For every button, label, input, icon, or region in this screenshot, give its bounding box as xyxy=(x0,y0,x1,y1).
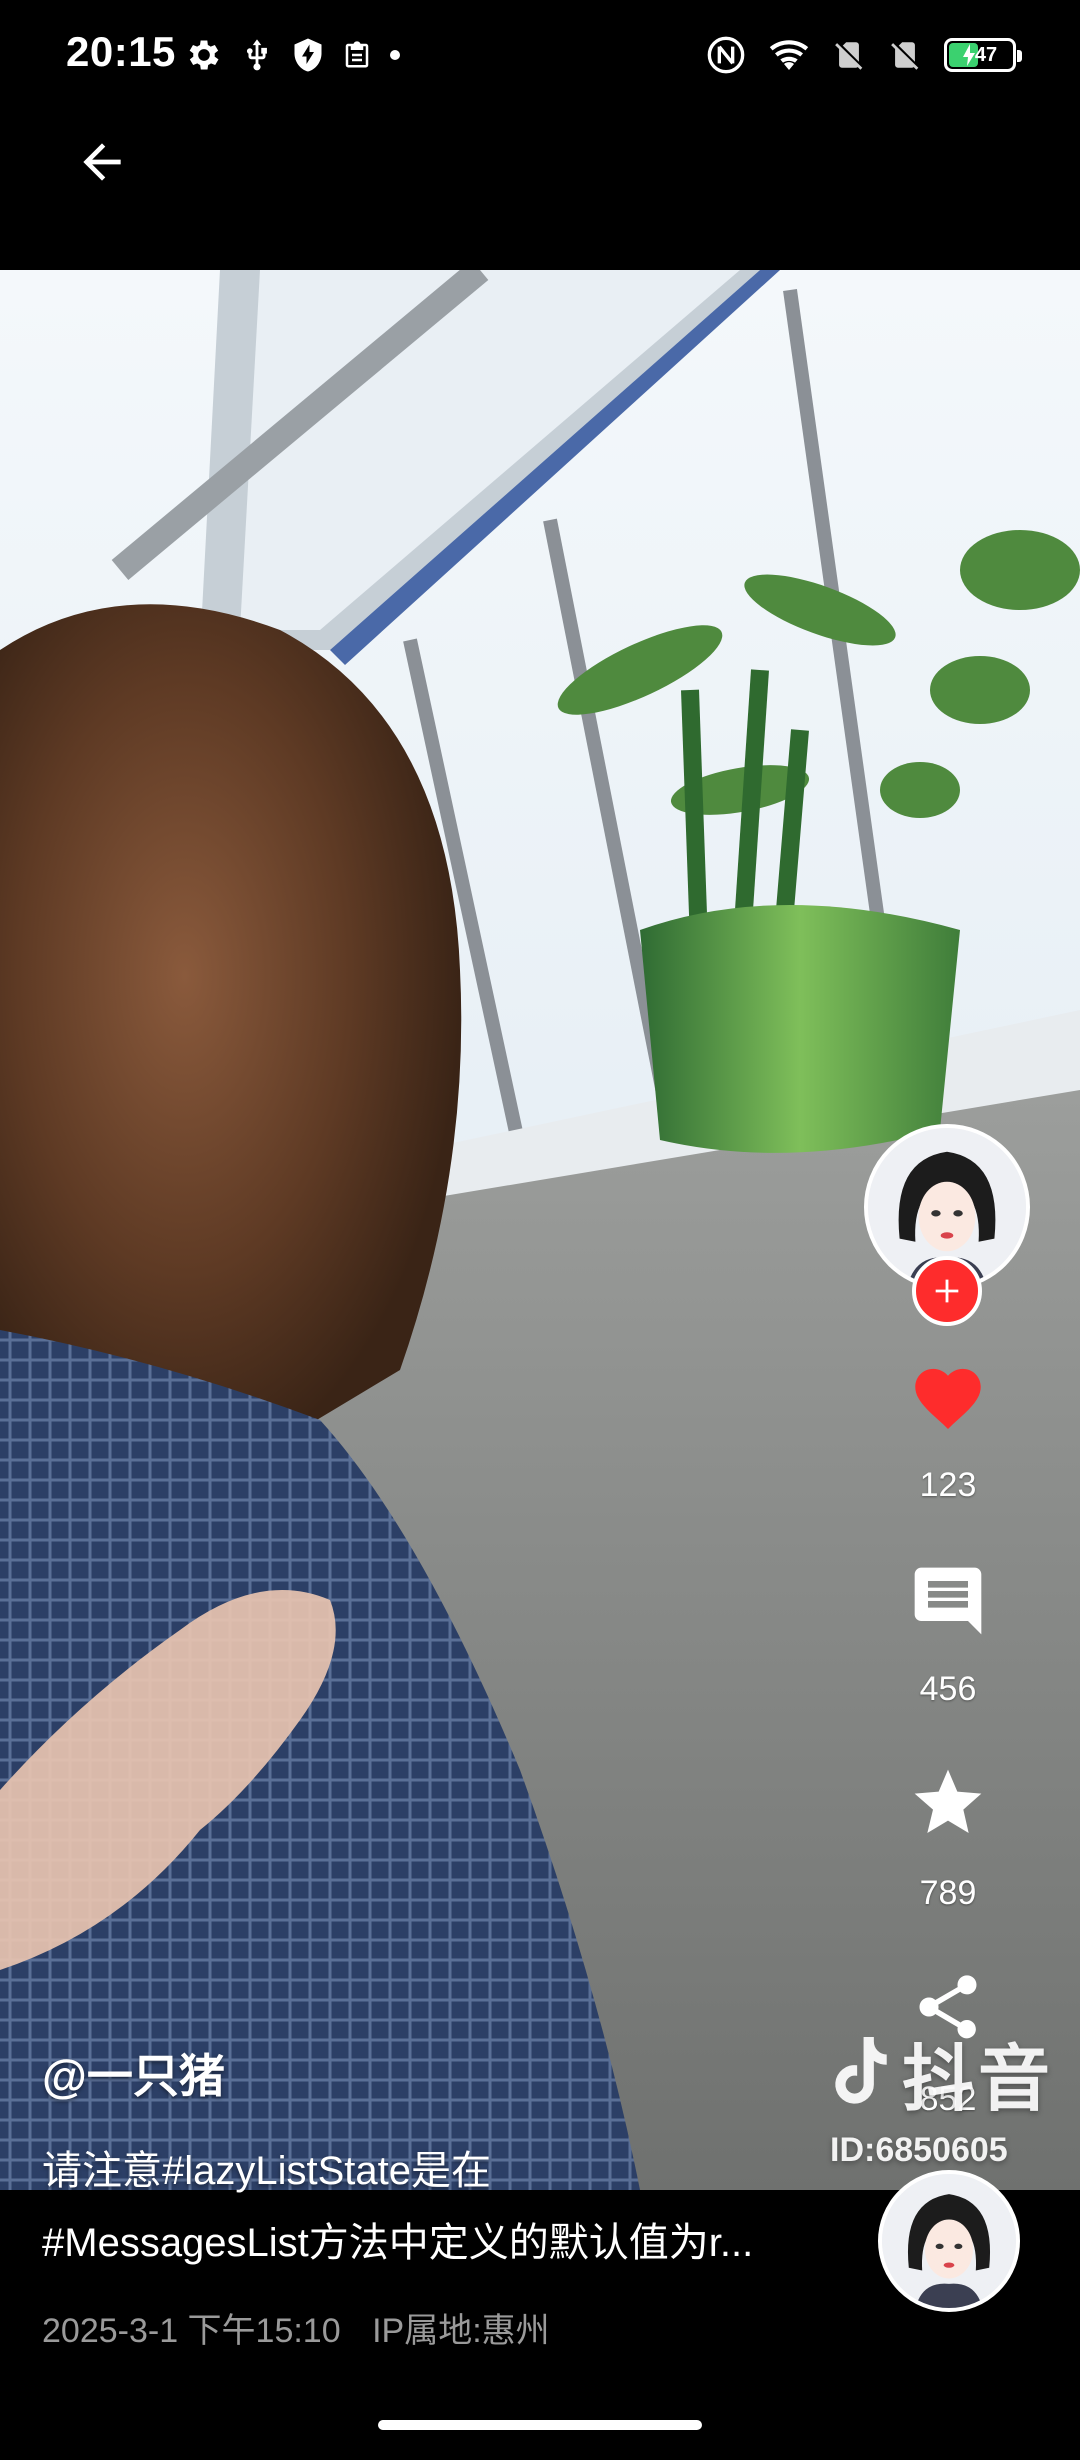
battery-level-text: 47 xyxy=(974,43,998,66)
plus-icon xyxy=(935,1279,959,1303)
gear-icon xyxy=(189,40,219,70)
shield-icon xyxy=(294,38,322,72)
ip-location: IP属地:惠州 xyxy=(372,2312,550,2350)
watermark-logo: 抖音 xyxy=(830,2020,1060,2125)
author-avatar-container xyxy=(864,1124,1030,1326)
author-name[interactable]: @一只猪 xyxy=(42,2040,225,2106)
tiktok-watermark: 抖音 ID:6850605 xyxy=(830,2020,1060,2170)
wifi-icon xyxy=(769,40,809,70)
battery-cap xyxy=(1017,50,1022,62)
comment-count: 456 xyxy=(919,1670,977,1708)
favorite-count: 789 xyxy=(919,1874,977,1912)
post-meta: 2025-3-1 下午15:10 IP属地:惠州 xyxy=(42,2303,550,2352)
follow-button[interactable] xyxy=(912,1256,982,1326)
arrow-left-icon xyxy=(83,143,121,181)
watermark-id: ID:6850605 xyxy=(830,2131,1008,2169)
nfc-icon xyxy=(707,36,745,74)
heart-icon xyxy=(915,1368,981,1430)
description-line-1[interactable]: 请注意#lazyListState是在 xyxy=(42,2138,491,2196)
avatar-illustration-icon xyxy=(882,2174,1016,2308)
favorite-button[interactable] xyxy=(880,1758,1016,1848)
comment-button[interactable] xyxy=(880,1556,1016,1646)
battery-level: 47 xyxy=(947,41,1013,69)
app-screen: 20:15 47 123 456 789 852 抖音 ID:6850605 @… xyxy=(0,0,1080,2460)
douyin-logo-icon xyxy=(835,2036,887,2104)
like-count: 123 xyxy=(919,1466,977,1504)
no-sim-icon xyxy=(835,42,863,70)
status-time: 20:15 xyxy=(66,28,176,75)
music-disc-avatar[interactable] xyxy=(878,2170,1020,2312)
post-date: 2025-3-1 下午15:10 xyxy=(42,2312,341,2350)
lightning-icon xyxy=(962,44,975,66)
status-bar: 20:15 47 xyxy=(0,0,1080,110)
battery-charging-icon: 47 xyxy=(944,38,1022,72)
status-right-icons: 47 xyxy=(706,30,1022,80)
clipboard-icon xyxy=(345,41,369,68)
comment-icon xyxy=(914,1567,982,1635)
star-icon xyxy=(914,1769,982,1833)
usb-icon xyxy=(246,39,267,71)
dot-icon xyxy=(390,50,400,60)
like-button[interactable] xyxy=(880,1350,1016,1440)
description-line-2[interactable]: #MessagesList方法中定义的默认值为r... xyxy=(42,2210,842,2268)
no-sim-icon xyxy=(891,42,919,70)
back-button[interactable] xyxy=(60,120,144,204)
status-left-icons xyxy=(184,30,402,80)
watermark-brand: 抖音 xyxy=(902,2040,1055,2120)
home-indicator[interactable] xyxy=(378,2420,702,2430)
